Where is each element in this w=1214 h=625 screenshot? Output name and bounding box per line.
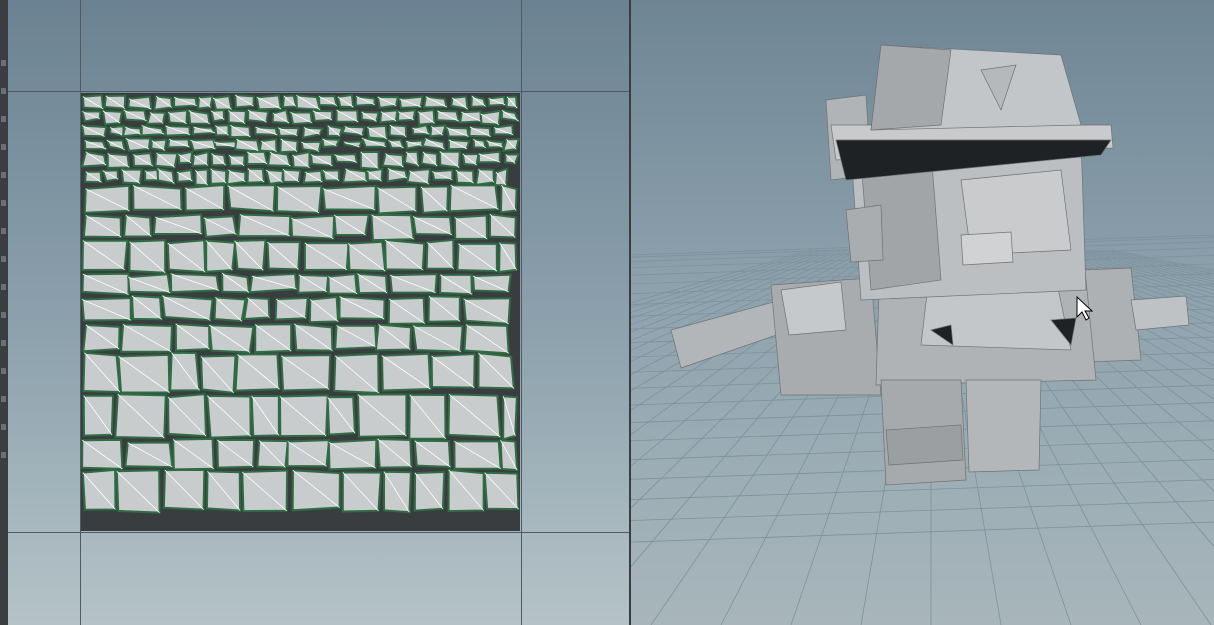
uv-island[interactable] [389,273,438,294]
uv-island[interactable] [286,439,331,468]
uv-island[interactable] [166,109,189,125]
uv-island[interactable] [243,296,271,321]
uv-island[interactable] [411,124,431,136]
uv-grid-line [8,532,629,533]
uv-island[interactable] [366,167,384,183]
uv-island[interactable] [150,138,168,152]
uv-island[interactable] [278,394,329,438]
uv-island[interactable] [202,215,238,238]
toolbar-tick[interactable] [1,368,6,374]
toolbar-tick[interactable] [1,144,6,150]
uv-islands-canvas [81,93,520,514]
uv-island[interactable] [448,184,500,213]
uv-island[interactable] [471,273,512,293]
toolbar-tick[interactable] [1,424,6,430]
uv-island[interactable] [301,126,325,140]
uv-island[interactable] [321,184,377,211]
toolbar-tick[interactable] [1,228,6,234]
uv-island[interactable] [462,297,512,325]
perspective-viewport[interactable] [631,0,1214,625]
toolbar-tick[interactable] [1,284,6,290]
uv-island[interactable] [271,108,291,125]
uv-island[interactable] [121,125,143,138]
uv-island[interactable] [498,241,518,273]
floor-grid-line [631,521,1214,543]
uv-island[interactable] [474,168,495,187]
uv-island[interactable] [342,140,364,148]
toolbar-tick[interactable] [1,172,6,178]
uv-island[interactable] [226,168,247,186]
uv-island[interactable] [200,354,237,394]
uv-island[interactable] [290,214,336,240]
uv-island[interactable] [341,167,368,184]
uv-island[interactable] [81,150,108,168]
uv-grid-line [8,91,629,92]
uv-island[interactable] [334,324,378,351]
floor-grid-line [631,500,1214,521]
uv-island[interactable] [300,140,323,153]
uv-island[interactable] [430,352,476,389]
toolbar-tick[interactable] [1,200,6,206]
uv-island[interactable] [291,150,311,169]
toolbar-tick[interactable] [1,396,6,402]
uv-island[interactable] [127,273,172,294]
uv-viewport[interactable] [8,0,629,625]
toolbar-tick[interactable] [1,452,6,458]
toolbar-tick[interactable] [1,340,6,346]
uv-island[interactable] [275,184,323,214]
toolbar-tick[interactable] [1,88,6,94]
toolbar-tick[interactable] [1,116,6,122]
uv-island[interactable] [145,111,167,125]
uv-island[interactable] [234,353,281,392]
toolbar-tick[interactable] [1,60,6,66]
uv-island[interactable] [233,239,267,272]
toolbar-tick[interactable] [1,312,6,318]
uv-island[interactable] [386,167,409,183]
uv-island[interactable] [479,109,502,126]
uv-island[interactable] [177,150,194,165]
uv-island[interactable] [189,138,217,152]
uv-island[interactable] [487,95,507,107]
uv-island[interactable] [226,184,277,213]
perspective-scene [631,44,1214,625]
uv-island[interactable] [493,167,509,187]
uv-island[interactable] [82,323,121,353]
toolbar-tick[interactable] [1,256,6,262]
uv-island[interactable] [422,95,448,109]
left-toolbar-strip [0,0,8,625]
uv-island[interactable] [501,138,520,153]
uv-island[interactable] [153,95,173,111]
uv-island[interactable] [333,213,370,237]
uv-tile-0-1[interactable] [81,93,520,531]
uv-island[interactable] [291,469,341,512]
uv-island[interactable] [248,272,298,294]
